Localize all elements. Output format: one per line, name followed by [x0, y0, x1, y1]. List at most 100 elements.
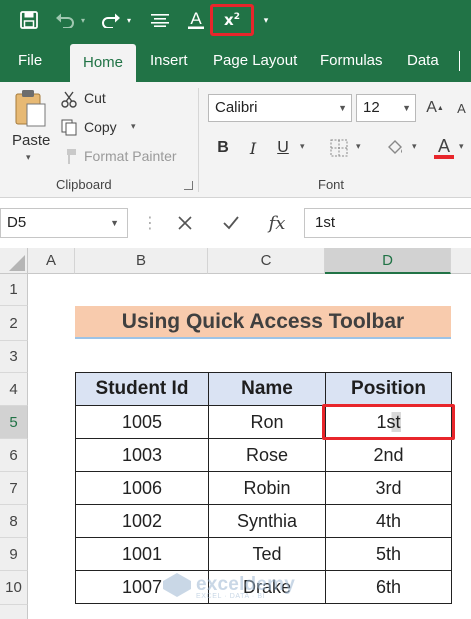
cell-student-id[interactable]: 1003 — [75, 438, 209, 472]
header-student-id[interactable]: Student Id — [75, 372, 209, 406]
undo-dropdown-icon[interactable]: ▾ — [78, 6, 88, 34]
row-header-4[interactable]: 4 — [0, 373, 28, 406]
cell-student-id[interactable]: 1001 — [75, 537, 209, 571]
customize-toolbar-icon[interactable]: ▾ — [260, 6, 272, 34]
enter-icon[interactable] — [218, 210, 244, 236]
undo-icon[interactable] — [54, 6, 76, 34]
align-icon[interactable] — [150, 6, 170, 34]
tab-overflow-divider — [453, 40, 471, 82]
copy-icon[interactable] — [60, 118, 78, 136]
ribbon-tabs: File Home Insert Page Layout Formulas Da… — [0, 40, 471, 82]
paste-icon[interactable] — [12, 88, 48, 128]
fill-color-dropdown-icon[interactable]: ▾ — [412, 141, 417, 152]
cell-name[interactable]: Rose — [208, 438, 326, 472]
format-painter-icon[interactable] — [60, 147, 78, 165]
formula-bar-grip-icon[interactable]: ⋮ — [142, 210, 158, 236]
font-color-icon[interactable]: A — [186, 6, 206, 34]
cell-name[interactable]: Ron — [208, 405, 326, 439]
bold-button[interactable]: B — [212, 136, 234, 160]
clipboard-launcher-icon[interactable] — [184, 181, 193, 190]
quick-access-toolbar: ▾ ▾ A x2 ▾ — [0, 0, 471, 40]
cell-name[interactable]: Synthia — [208, 504, 326, 538]
row-header-5[interactable]: 5 — [0, 406, 28, 439]
font-color-dropdown-icon[interactable]: ▾ — [459, 141, 464, 152]
cell-position[interactable]: 3rd — [325, 471, 452, 505]
table-row: 1006 Robin 3rd — [75, 471, 452, 505]
format-painter-label[interactable]: Format Painter — [84, 148, 177, 164]
font-name-select[interactable]: Calibri ▼ — [208, 94, 352, 122]
tab-formulas[interactable]: Formulas — [314, 40, 389, 82]
cut-icon[interactable] — [60, 90, 78, 108]
copy-dropdown-icon[interactable]: ▾ — [131, 121, 136, 132]
cell-name[interactable]: Robin — [208, 471, 326, 505]
ribbon-home: Paste ▾ Cut Copy ▾ Format Painter Clipbo… — [0, 82, 471, 198]
row-header-8[interactable]: 8 — [0, 505, 28, 538]
italic-button[interactable]: I — [242, 136, 264, 160]
font-name-dropdown-icon: ▼ — [338, 103, 347, 113]
svg-text:A: A — [438, 136, 450, 156]
row-header-10[interactable]: 10 — [0, 571, 28, 605]
borders-icon[interactable] — [328, 136, 350, 160]
table-row: 1002 Synthia 4th — [75, 504, 452, 538]
column-header-a[interactable]: A — [28, 248, 75, 274]
select-all-corner[interactable] — [0, 248, 28, 274]
paste-label[interactable]: Paste — [12, 132, 50, 149]
cell-name[interactable]: Ted — [208, 537, 326, 571]
cell-student-id[interactable]: 1005 — [75, 405, 209, 439]
column-header-c[interactable]: C — [208, 248, 325, 274]
superscript-icon: x2 — [224, 10, 240, 29]
row-header-11[interactable] — [0, 605, 28, 619]
row-header-6[interactable]: 6 — [0, 439, 28, 472]
tab-page-layout[interactable]: Page Layout — [207, 40, 303, 82]
tab-home[interactable]: Home — [70, 44, 136, 82]
tab-insert[interactable]: Insert — [144, 40, 194, 82]
copy-label[interactable]: Copy — [84, 119, 117, 135]
insert-function-icon[interactable]: fx — [264, 210, 290, 236]
save-icon[interactable] — [18, 6, 40, 34]
cell-position[interactable]: 2nd — [325, 438, 452, 472]
row-header-3[interactable]: 3 — [0, 341, 28, 373]
font-size-select[interactable]: 12 ▼ — [356, 94, 416, 122]
borders-dropdown-icon[interactable]: ▾ — [356, 141, 361, 152]
svg-text:A: A — [190, 9, 202, 28]
cut-label[interactable]: Cut — [84, 90, 106, 106]
row-header-9[interactable]: 9 — [0, 538, 28, 571]
table-row: 1001 Ted 5th — [75, 537, 452, 571]
column-header-b[interactable]: B — [75, 248, 208, 274]
decrease-font-size-icon[interactable]: A — [452, 96, 471, 120]
cancel-icon[interactable] — [172, 210, 198, 236]
cell-student-id[interactable]: 1002 — [75, 504, 209, 538]
font-color-ribbon-icon[interactable]: A — [432, 134, 456, 162]
column-header-e[interactable] — [451, 248, 471, 274]
cell-position[interactable]: 6th — [325, 570, 452, 604]
tab-data[interactable]: Data — [401, 40, 445, 82]
cell-position[interactable]: 4th — [325, 504, 452, 538]
font-group-label: Font — [318, 177, 345, 192]
superscript-button[interactable]: x2 — [210, 4, 254, 36]
tab-file[interactable]: File — [12, 40, 48, 82]
column-header-d[interactable]: D — [325, 248, 451, 274]
underline-button[interactable]: U — [272, 136, 294, 160]
redo-dropdown-icon[interactable]: ▾ — [124, 6, 134, 34]
underline-dropdown-icon[interactable]: ▾ — [300, 141, 305, 152]
redo-icon[interactable] — [100, 6, 122, 34]
row-header-1[interactable]: 1 — [0, 274, 28, 306]
formula-bar: D5 ▼ ⋮ fx 1st — [0, 198, 471, 248]
clipboard-group-label: Clipboard — [56, 177, 112, 192]
cell-position[interactable]: 5th — [325, 537, 452, 571]
name-box[interactable]: D5 ▼ — [0, 208, 128, 238]
fill-color-icon[interactable] — [384, 136, 406, 160]
row-header-7[interactable]: 7 — [0, 472, 28, 505]
exceldemy-logo-icon — [163, 573, 191, 597]
cell-student-id[interactable]: 1006 — [75, 471, 209, 505]
sheet-title[interactable]: Using Quick Access Toolbar — [75, 306, 451, 339]
row-header-2[interactable]: 2 — [0, 306, 28, 341]
exceldemy-watermark: exceldemy EXCEL · DATA · BI — [162, 572, 295, 600]
header-position[interactable]: Position — [325, 372, 452, 406]
header-name[interactable]: Name — [208, 372, 326, 406]
table-row: 1003 Rose 2nd — [75, 438, 452, 472]
formula-input[interactable]: 1st — [304, 208, 471, 238]
name-box-dropdown-icon: ▼ — [110, 218, 119, 228]
paste-dropdown-icon[interactable]: ▾ — [26, 152, 31, 163]
increase-font-size-icon[interactable]: A ▲ — [424, 96, 446, 120]
